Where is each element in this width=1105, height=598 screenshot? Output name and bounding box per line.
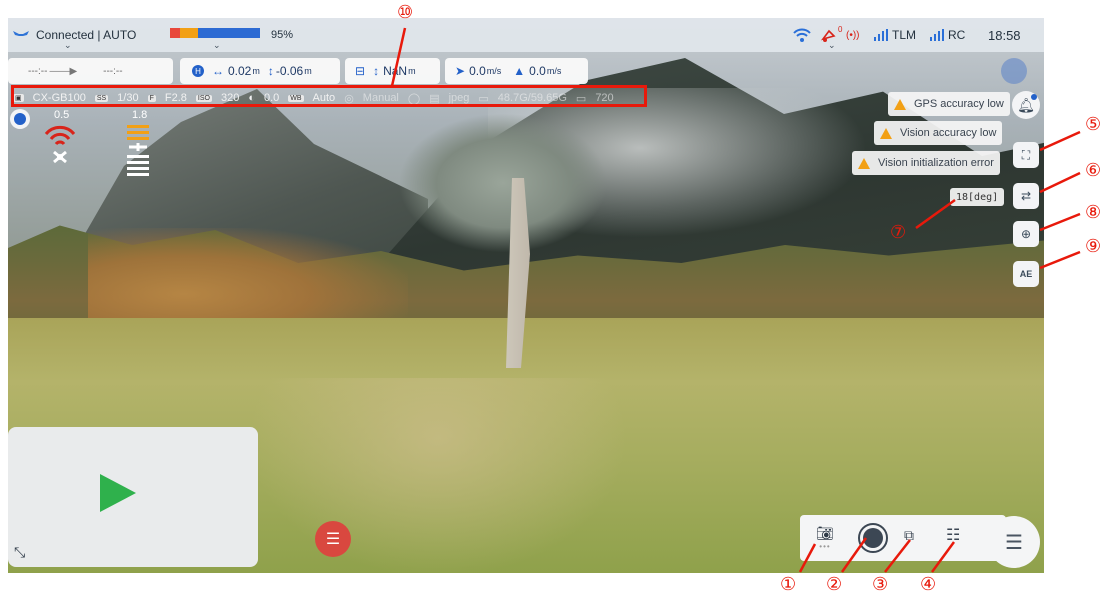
timeline-start: ---:-- — [28, 65, 48, 77]
signal-bars-icon — [874, 29, 888, 41]
annotation-8: ⑧ — [1085, 202, 1102, 223]
timeline-panel[interactable]: ---:-- ——▶ ---:-- — [8, 58, 173, 84]
chevron-down-icon[interactable]: ⌄ — [828, 40, 836, 51]
timeline-slider[interactable]: ——▶ — [49, 66, 77, 77]
camera-switch-icon: ⇄ — [1020, 189, 1032, 203]
vertical-distance-icon: ↕ — [267, 64, 274, 78]
rc-height-panel: ⊟ ↕ NaN m — [345, 58, 440, 84]
rc-height: NaN — [383, 64, 408, 78]
home-icon: H — [192, 65, 204, 77]
annotation-6: ⑥ — [1085, 160, 1102, 181]
shooting-panel: 📷︎ ••• ⧉ ☷ — [800, 515, 1006, 561]
shutter-button[interactable] — [858, 523, 888, 553]
lens-switch-button[interactable]: ⇄ — [1013, 183, 1039, 209]
signal-bars-icon — [930, 29, 944, 41]
camera-icon: 📷︎ — [816, 525, 834, 541]
warning-vision-accuracy[interactable]: Vision accuracy low — [874, 121, 1003, 145]
altitude-signal-icon — [127, 125, 149, 176]
hamburger-icon: ☰ — [1005, 531, 1023, 554]
gimbal-icon — [14, 113, 26, 125]
warning-icon — [894, 98, 906, 110]
wifi-icon — [792, 18, 812, 52]
annotation-5: ⑤ — [1085, 114, 1102, 135]
cast-icon: ⧉ — [904, 527, 914, 543]
camera-settings-button[interactable]: ☷ — [946, 525, 960, 545]
vertical-speed-icon: ▲ — [513, 64, 526, 78]
annotation-2: ② — [826, 574, 843, 595]
timeline-end: ---:-- — [103, 65, 123, 77]
notification-dot — [1031, 94, 1037, 100]
horizontal-distance: 0.02 — [228, 64, 252, 78]
mini-preview[interactable]: ⤡ — [8, 427, 258, 567]
battery-percent: 95% — [271, 29, 294, 41]
annotation-10: ⑩ — [397, 2, 414, 23]
vertical-distance-icon: ↕ — [373, 64, 380, 78]
gimbal-mode-button[interactable] — [10, 109, 30, 129]
chevron-down-icon[interactable]: ⌄ — [213, 40, 221, 51]
annotation-3: ③ — [872, 574, 889, 595]
connection-label: Connected | AUTO — [36, 28, 137, 42]
notification-button[interactable]: 🔔︎ — [1012, 91, 1040, 119]
annotation-9: ⑨ — [1085, 236, 1102, 257]
mode-dots: ••• — [819, 542, 831, 551]
sliders-icon: ☷ — [946, 527, 961, 544]
zoom-in-icon: ⊕ — [1020, 227, 1032, 241]
speed-panel: ➤ 0.0 m/s ▲ 0.0 m/s — [445, 58, 588, 84]
focus-frame-icon: ⛶ — [1021, 147, 1031, 162]
chevron-down-icon[interactable]: ⌄ — [64, 40, 72, 51]
clock: 18:58 — [988, 27, 1021, 43]
vertical-speed: 0.0 — [529, 64, 546, 78]
telemetry-status: TLM — [874, 18, 916, 52]
distance-panel: H ↔ 0.02 m ↕ -0.06 m — [180, 58, 340, 84]
horizontal-distance-icon: ↔ — [212, 64, 224, 78]
task-list-button[interactable]: ☰ — [315, 521, 351, 557]
list-icon: ☰ — [325, 531, 341, 548]
horizontal-speed-icon: ➤ — [455, 64, 466, 78]
signal-value-a: 0.5 — [54, 109, 70, 121]
warning-gps[interactable]: GPS accuracy low — [888, 92, 1010, 116]
warning-icon — [858, 157, 870, 169]
annotation-box-camera-params — [11, 85, 647, 107]
annotation-7: ⑦ — [890, 222, 907, 243]
ae-lock-button[interactable]: AE — [1013, 261, 1039, 287]
rc-label: RC — [948, 28, 966, 42]
rtk-signal-icon: (•)) — [846, 29, 860, 41]
annotation-1: ① — [780, 574, 797, 595]
ae-lock-icon: AE — [1019, 269, 1033, 279]
wifi-signal-red-icon — [44, 125, 76, 164]
map-toggle-button[interactable] — [1001, 58, 1027, 84]
tlm-label: TLM — [892, 28, 916, 42]
gps-count: 0 — [838, 24, 843, 34]
warning-icon — [880, 127, 892, 139]
main-menu-button[interactable]: ☰ — [988, 516, 1040, 568]
remote-controller-icon: ⊟ — [355, 64, 366, 78]
zoom-button[interactable]: ⊕ — [1013, 221, 1039, 247]
status-bar: Connected | AUTO ⌄ ⌄ 95% 0 ⌄ (•)) TLM RC… — [8, 18, 1044, 52]
focus-target-button[interactable]: ⛶ — [1013, 142, 1039, 168]
play-icon[interactable] — [100, 474, 136, 512]
connection-status[interactable]: Connected | AUTO — [12, 18, 136, 52]
rc-status: RC — [930, 18, 965, 52]
drone-icon — [13, 31, 29, 36]
horizontal-speed: 0.0 — [469, 64, 486, 78]
gimbal-angle: 18[deg] — [950, 188, 1005, 206]
photo-mode-button[interactable]: 📷︎ ••• — [806, 519, 844, 557]
signal-value-b: 1.8 — [132, 109, 148, 121]
shutter-icon — [863, 528, 883, 548]
vertical-distance: -0.06 — [275, 64, 304, 78]
annotation-4: ④ — [920, 574, 937, 595]
collapse-icon[interactable]: ⤡ — [14, 544, 25, 561]
warning-vision-init[interactable]: Vision initialization error — [852, 151, 1000, 175]
cast-button[interactable]: ⧉ — [904, 527, 914, 544]
battery-bar — [170, 28, 260, 38]
